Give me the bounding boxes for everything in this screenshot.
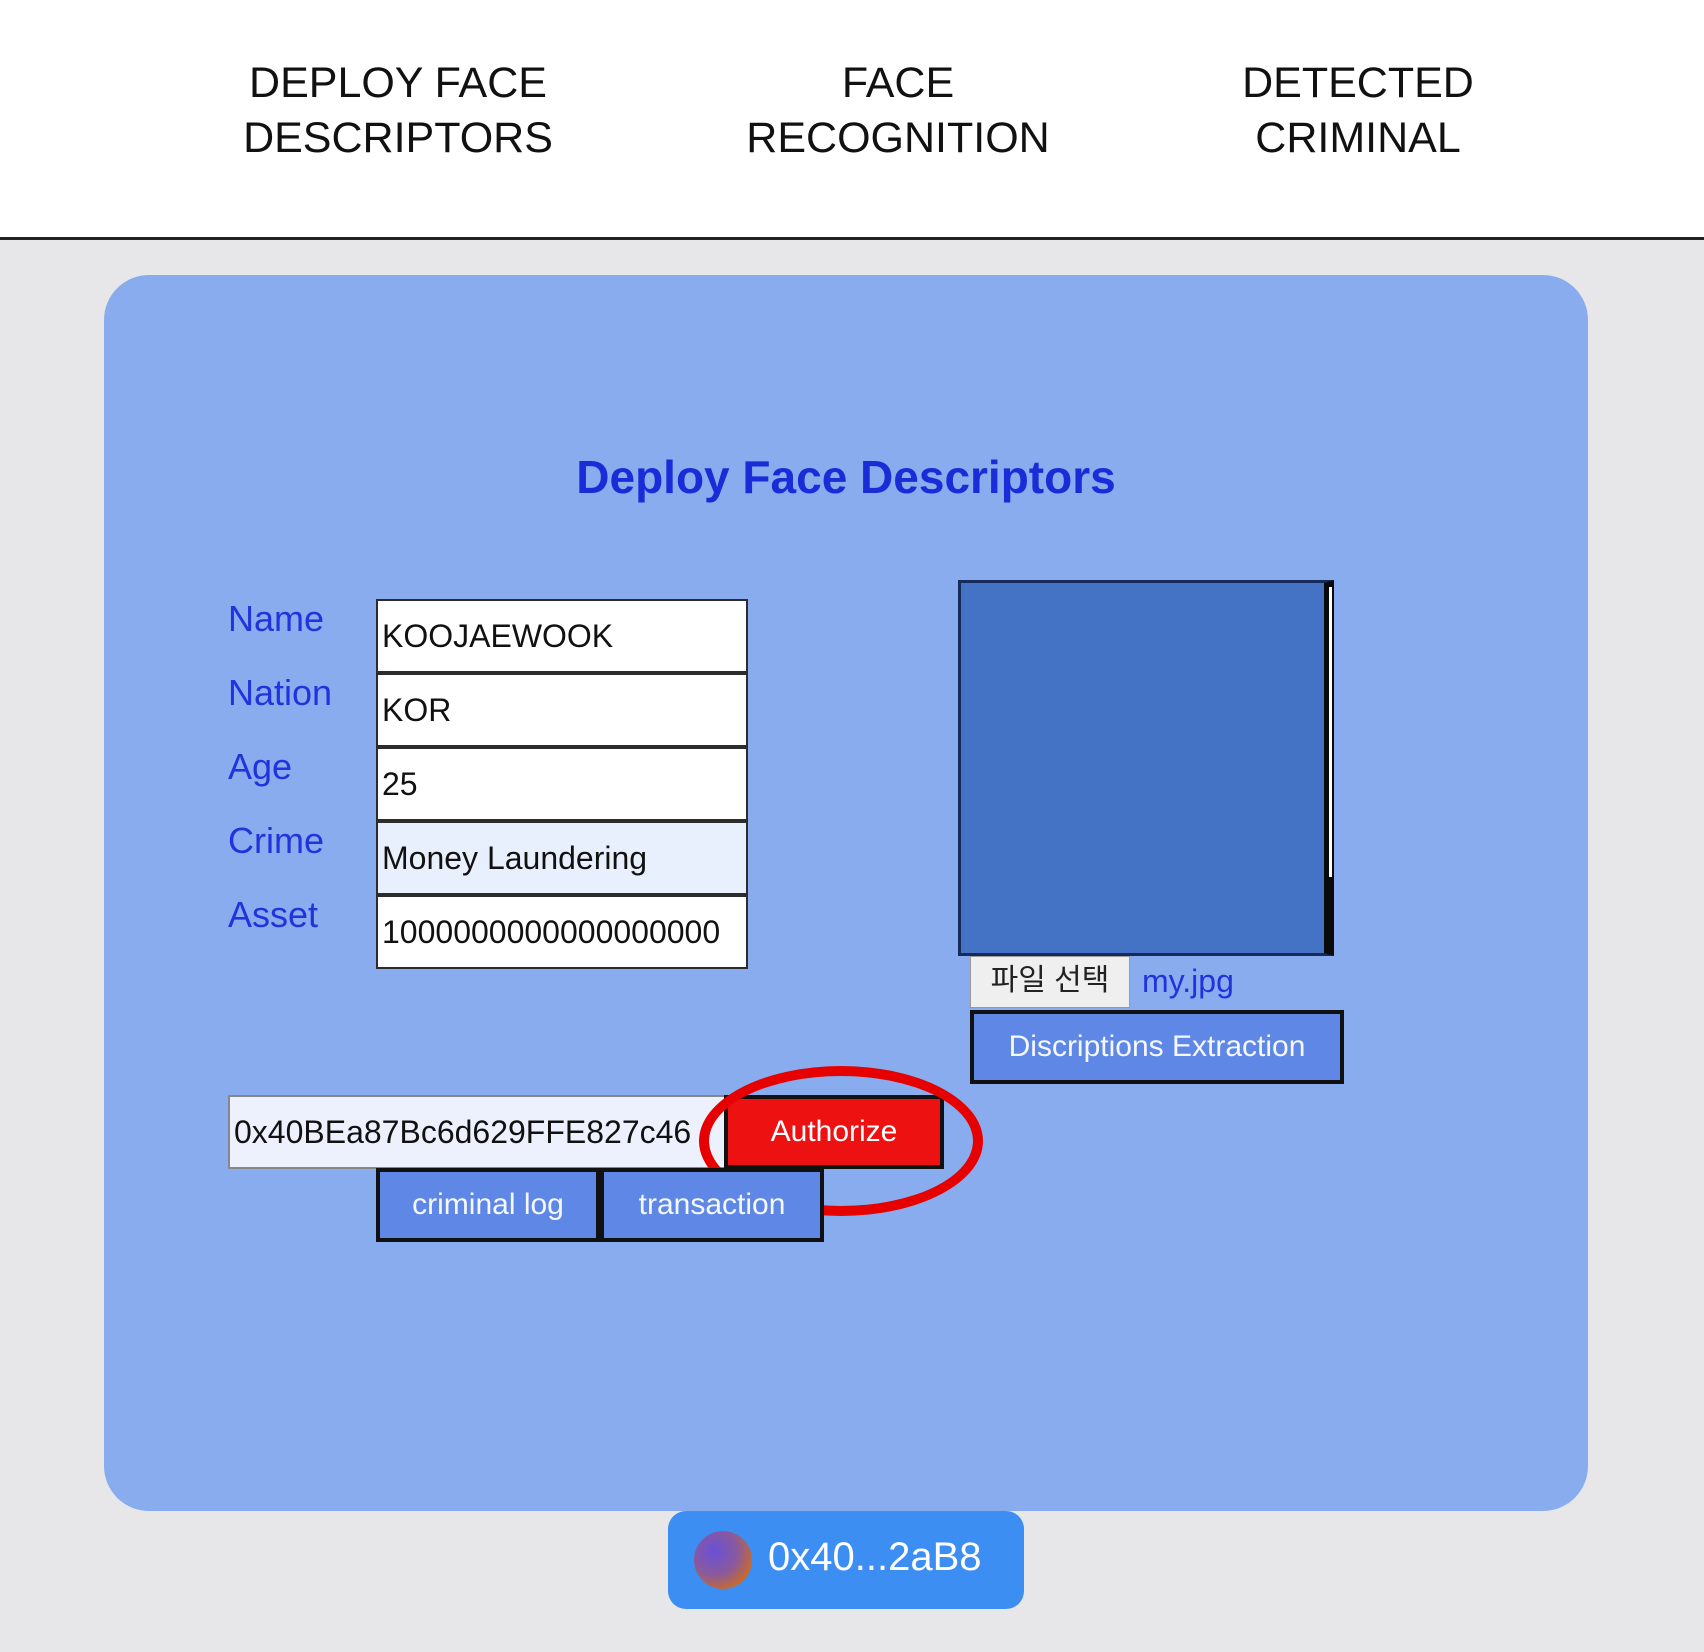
page-title: Deploy Face Descriptors: [576, 451, 1116, 503]
crime-label: Crime: [228, 820, 324, 861]
transaction-button[interactable]: transaction: [600, 1168, 824, 1242]
wallet-account-button[interactable]: 0x40...2aB8: [668, 1511, 1024, 1609]
selected-file-name: my.jpg: [1142, 963, 1234, 999]
top-navigation: DEPLOY FACE DESCRIPTORS FACE RECOGNITION…: [0, 0, 1704, 240]
deploy-panel: Deploy Face Descriptors Name Nation Age …: [104, 275, 1588, 1511]
criminal-log-button[interactable]: criminal log: [376, 1168, 600, 1242]
nav-face-recognition[interactable]: FACE RECOGNITION: [708, 56, 1088, 166]
face-image-preview: [958, 580, 1334, 956]
authorize-button[interactable]: Authorize: [724, 1095, 944, 1169]
nav-detected-criminal[interactable]: DETECTED CRIMINAL: [1168, 56, 1548, 166]
nation-label: Nation: [228, 672, 333, 713]
age-field[interactable]: [376, 747, 748, 821]
age-label: Age: [228, 746, 293, 787]
asset-label: Asset: [228, 894, 319, 935]
address-field[interactable]: [228, 1095, 728, 1169]
nation-field[interactable]: [376, 673, 748, 747]
avatar: [694, 1531, 752, 1589]
nav-deploy-face-descriptors[interactable]: DEPLOY FACE DESCRIPTORS: [208, 56, 588, 166]
asset-field[interactable]: [376, 895, 748, 969]
descriptions-extraction-button[interactable]: Discriptions Extraction: [970, 1010, 1344, 1084]
name-label: Name: [228, 598, 325, 639]
choose-file-button[interactable]: 파일 선택: [970, 956, 1130, 1008]
name-field[interactable]: [376, 599, 748, 673]
crime-field[interactable]: [376, 821, 748, 895]
wallet-address: 0x40...2aB8: [768, 1535, 982, 1579]
